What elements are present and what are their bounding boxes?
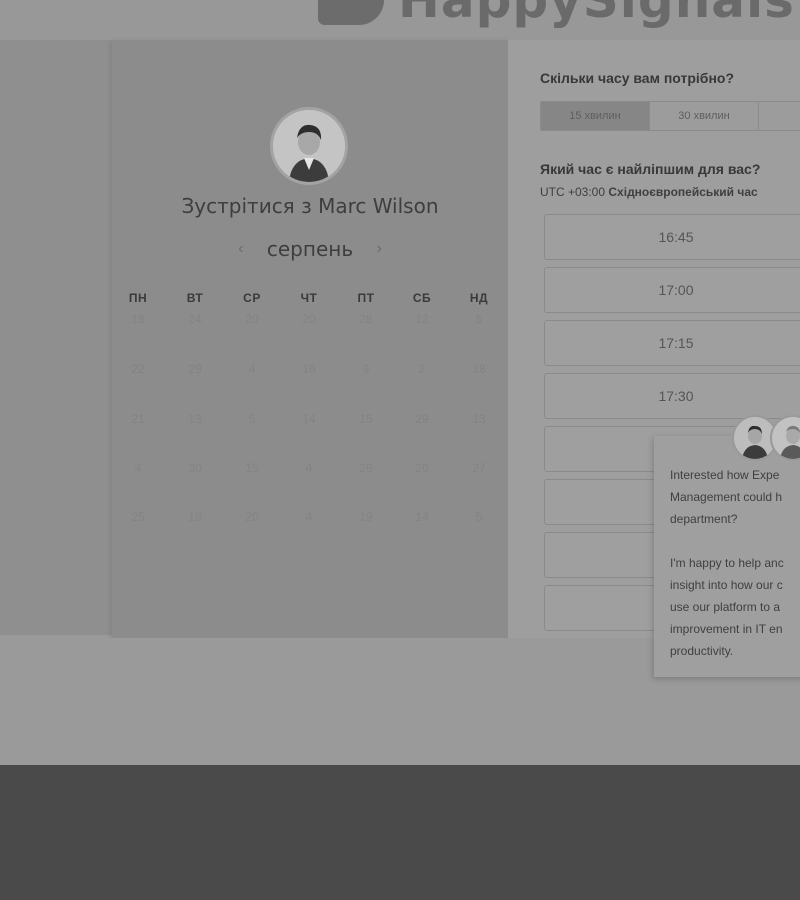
calendar-day: 28 [359,312,373,326]
weekday-label: ЧТ [300,291,318,305]
calendar-day: 20 [245,510,259,524]
duration-option[interactable]: 1 [759,102,800,130]
calendar-day: 20 [245,312,259,326]
calendar-day: 21 [131,412,145,426]
calendar-day: 19 [359,510,373,524]
month-label: серпень [266,237,354,261]
calendar-day: 18 [472,362,486,376]
calendar-day: 5 [475,510,483,524]
booking-page: HappySignals Зустрітися з Marc Wilson ‹ … [0,0,800,765]
time-question: Який час є найліпшим для вас? [540,161,761,177]
time-slot-button[interactable]: 17:00 [544,267,800,313]
timezone-offset: UTC +03:00 [540,185,606,199]
calendar-day: 5 [475,312,483,326]
calendar-card: Зустрітися з Marc Wilson ‹ серпень › ПН В… [112,40,508,638]
chevron-left-icon[interactable]: ‹ [231,240,251,258]
left-gutter [0,40,112,635]
header-band: HappySignals [0,0,800,40]
calendar-day: 16 [302,362,316,376]
brand-logo[interactable]: HappySignals [318,0,795,29]
chat-bubble-logo-icon [318,0,384,25]
weekday-label: ВТ [186,291,204,305]
duration-selector: 15 хвилин30 хвилин1 [540,101,800,131]
calendar-day: 15 [245,461,259,475]
calendar-day: 4 [134,461,142,475]
calendar-day: 13 [188,412,202,426]
calendar-day: 20 [302,312,316,326]
duration-question: Скільки часу вам потрібно? [540,70,735,86]
calendar-day: 29 [188,362,202,376]
calendar-day: 2 [418,362,426,376]
calendar-day: 15 [359,412,373,426]
calendar-day: 24 [188,312,202,326]
host-avatar [270,107,348,185]
calendar-day: 13 [472,412,486,426]
chat-popup[interactable]: Interested how Expe Management could h d… [654,436,800,677]
calendar-day: 25 [131,510,145,524]
calendar-day: 14 [415,510,429,524]
meeting-title: Зустрітися з Marc Wilson [181,194,439,218]
weekday-label: НД [469,291,489,305]
weekday-label: СР [243,291,261,305]
calendar-day: 4 [248,362,256,376]
calendar-day: 30 [188,461,202,475]
chat-message: Interested how Expe Management could h d… [670,468,784,658]
calendar-day: 27 [472,461,486,475]
weekday-header: ПН ВТ СР ЧТ ПТ СБ НД [112,291,508,307]
time-slot-button[interactable]: 17:15 [544,320,800,366]
person-avatar-icon [273,110,345,182]
chevron-right-icon[interactable]: › [369,240,389,258]
time-slot-button[interactable]: 17:30 [544,373,800,419]
calendar-day: 12 [415,312,429,326]
calendar-day: 22 [131,362,145,376]
calendar-day: 9 [362,362,370,376]
calendar-day: 20 [415,461,429,475]
person-avatar-icon [772,417,800,459]
footer-band [0,765,800,900]
calendar-day: 5 [248,412,256,426]
calendar-day: 18 [188,510,202,524]
time-slot-button[interactable]: 16:45 [544,214,800,260]
calendar-day: 4 [305,510,313,524]
calendar-day: 29 [415,412,429,426]
timezone-name: Східноєвропейський час [608,185,758,199]
weekday-label: ПН [128,291,148,305]
calendar-day: 18 [131,312,145,326]
weekday-label: СБ [412,291,432,305]
month-navigation: ‹ серпень › [112,234,508,264]
calendar-day: 4 [305,461,313,475]
brand-logo-text: HappySignals [398,0,795,29]
calendar-day: 14 [302,412,316,426]
duration-option[interactable]: 30 хвилин [650,102,759,130]
calendar-day: 26 [359,461,373,475]
timezone-label[interactable]: UTC +03:00 Східноєвропейський час [540,185,758,199]
weekday-label: ПТ [357,291,375,305]
duration-option[interactable]: 15 хвилин [541,102,650,130]
